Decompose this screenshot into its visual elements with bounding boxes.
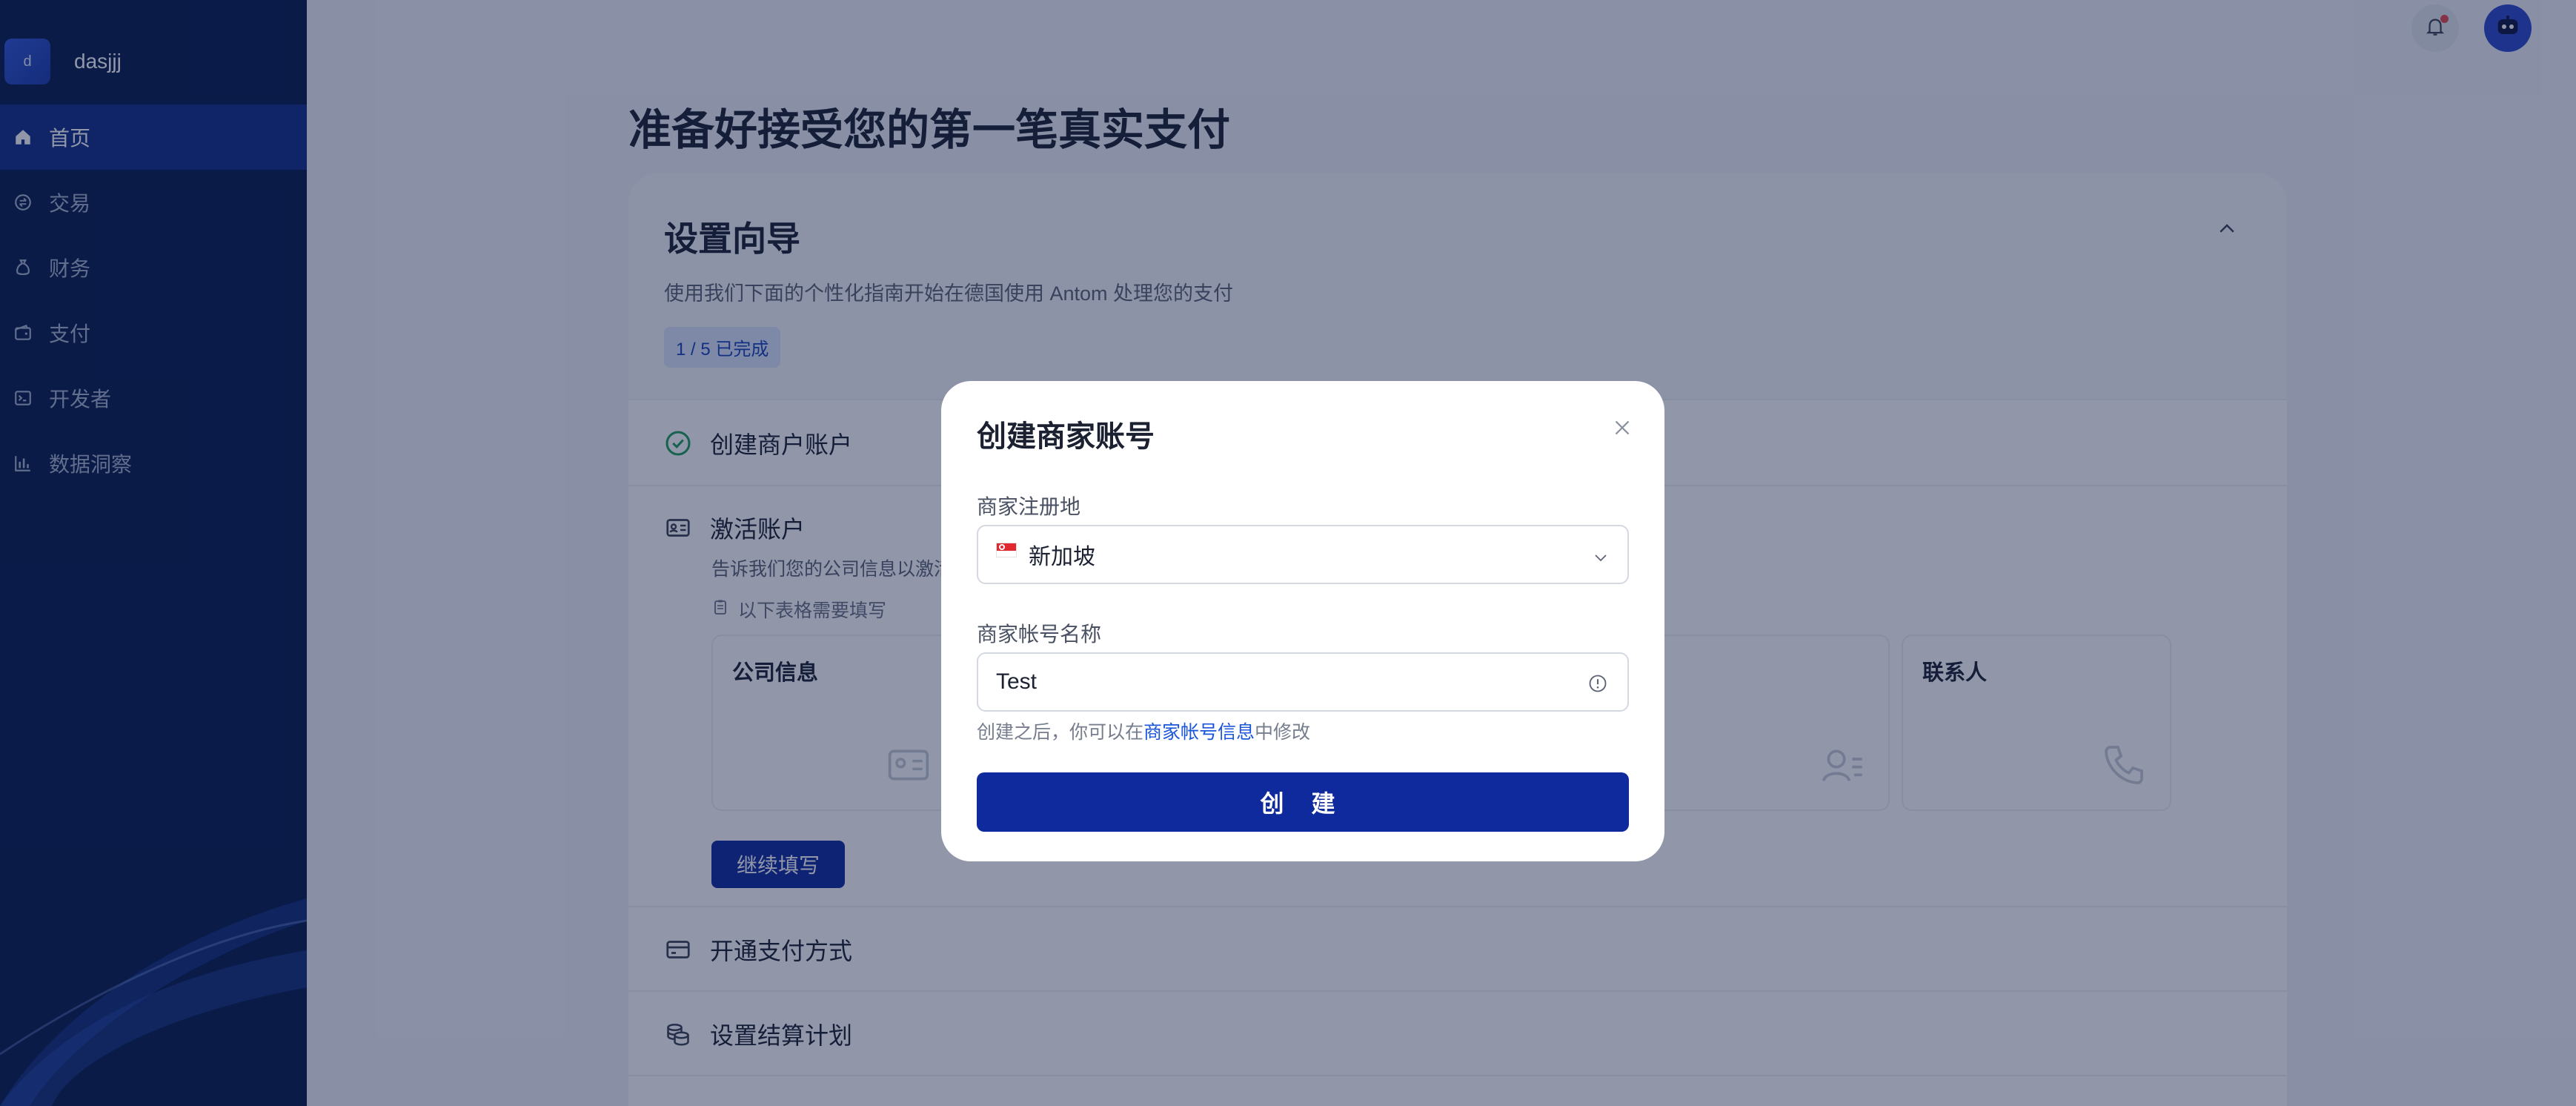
dialog-title: 创建商家账号 <box>977 420 1155 453</box>
create-button[interactable]: 创 建 <box>977 772 1629 832</box>
merchant-account-info-link[interactable]: 商家帐号信息 <box>1143 722 1255 743</box>
region-value: 新加坡 <box>1029 545 1095 569</box>
account-name-input[interactable]: Test <box>977 652 1629 712</box>
region-select[interactable]: 新加坡 <box>977 525 1629 584</box>
chevron-down-icon <box>1592 547 1610 565</box>
account-name-label: 商家帐号名称 <box>977 623 1102 646</box>
create-merchant-account-dialog: 创建商家账号 商家注册地 新加坡 商家帐号名称 Test 创建之后，你可以在商家… <box>941 381 1664 861</box>
account-name-value: Test <box>996 669 1038 694</box>
region-label: 商家注册地 <box>977 495 1081 518</box>
close-icon[interactable] <box>1610 415 1635 440</box>
info-icon[interactable] <box>1587 673 1608 694</box>
hint-suffix: 中修改 <box>1255 722 1311 743</box>
singapore-flag-icon <box>996 543 1017 557</box>
hint-prefix: 创建之后，你可以在 <box>977 722 1144 743</box>
edit-hint: 创建之后，你可以在商家帐号信息中修改 <box>977 718 1310 744</box>
